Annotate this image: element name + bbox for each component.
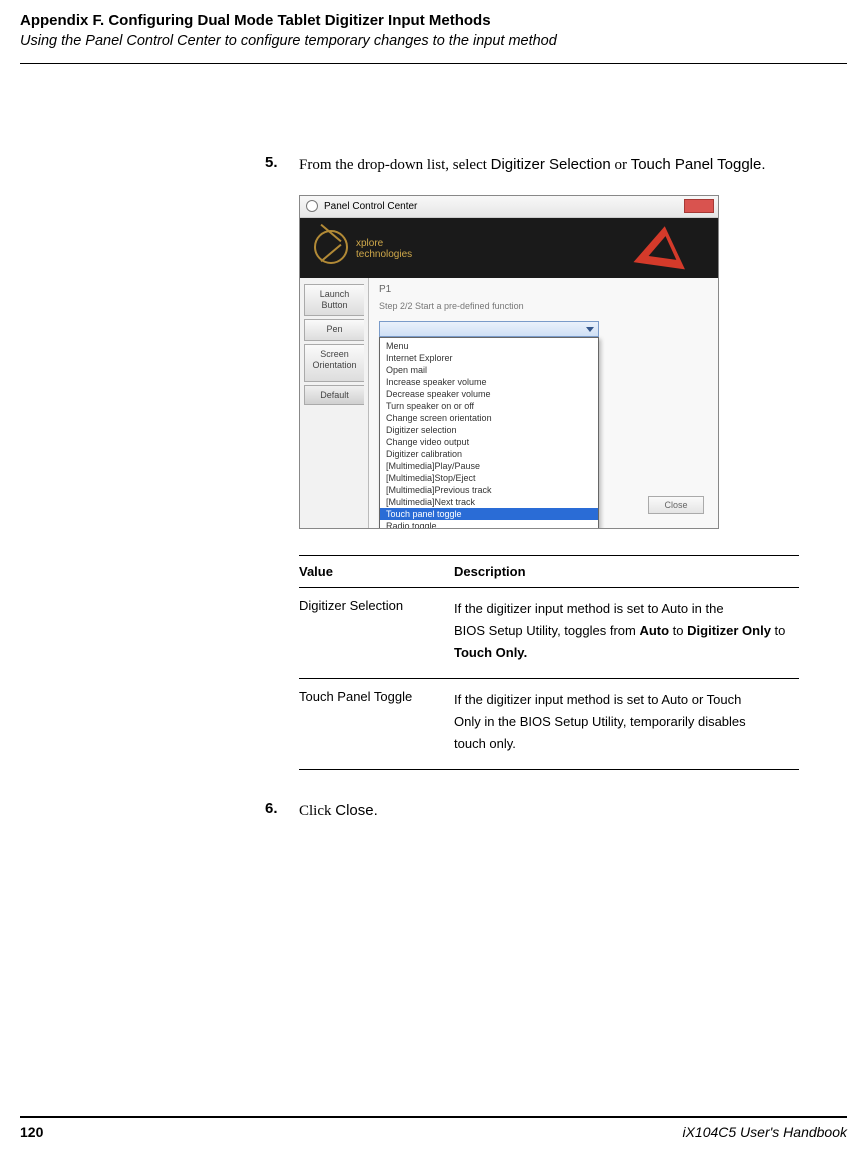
tab-default[interactable]: Default xyxy=(304,385,364,405)
r2-line3: touch only. xyxy=(454,736,516,751)
dropdown-item-screen-orient[interactable]: Change screen orientation xyxy=(380,412,598,424)
appendix-title: Appendix F. Configuring Dual Mode Tablet… xyxy=(20,12,847,29)
r2-line2: Only in the BIOS Setup Utility, temporar… xyxy=(454,714,746,729)
value-description-table: Value Description Digitizer Selection If… xyxy=(299,555,799,771)
panel-control-center-window: Panel Control Center xplore technologies… xyxy=(299,195,719,529)
dropdown-listbox[interactable]: Menu Internet Explorer Open mail Increas… xyxy=(379,337,599,529)
r1-line1: If the digitizer input method is set to … xyxy=(454,601,724,616)
p1-label: P1 xyxy=(379,284,708,295)
header-rule xyxy=(20,63,847,64)
step-6-button-name: Close. xyxy=(335,802,378,819)
tab-screen-orientation[interactable]: Screen Orientation xyxy=(304,344,364,382)
brand-text: xplore technologies xyxy=(356,238,412,260)
section-subtitle: Using the Panel Control Center to config… xyxy=(20,33,847,57)
r1-line2a: BIOS Setup Utility, toggles from xyxy=(454,623,639,638)
step-6-number: 6. xyxy=(265,800,299,823)
window-title: Panel Control Center xyxy=(324,201,417,212)
r1-to1: to xyxy=(669,623,687,638)
table-header-value: Value xyxy=(299,564,454,579)
dropdown-item-digitizer-selection[interactable]: Digitizer selection xyxy=(380,424,598,436)
window-body: Launch Button Pen Screen Orientation Def… xyxy=(300,278,718,528)
dropdown-item-ie[interactable]: Internet Explorer xyxy=(380,352,598,364)
page-number: 120 xyxy=(20,1124,43,1140)
step-6-pre: Click xyxy=(299,803,335,819)
dropdown-item-mm-play[interactable]: [Multimedia]Play/Pause xyxy=(380,460,598,472)
dropdown-item-video-output[interactable]: Change video output xyxy=(380,436,598,448)
table-cell-value: Digitizer Selection xyxy=(299,598,454,664)
dropdown-item-dec-vol[interactable]: Decrease speaker volume xyxy=(380,388,598,400)
step-5-pre: From the drop-down list, select xyxy=(299,157,491,173)
dropdown-item-mm-next[interactable]: [Multimedia]Next track xyxy=(380,496,598,508)
r1-touch-only: Touch Only. xyxy=(454,645,527,660)
step-6-text: Click Close. xyxy=(299,800,378,823)
table-header-description: Description xyxy=(454,564,799,579)
brand-banner: xplore technologies xyxy=(300,218,718,278)
step-5-option-1: Digitizer Selection xyxy=(491,156,611,173)
dropdown-item-inc-vol[interactable]: Increase speaker volume xyxy=(380,376,598,388)
side-tabs: Launch Button Pen Screen Orientation Def… xyxy=(300,278,368,528)
step-5-number: 5. xyxy=(265,154,299,177)
r2-line1: If the digitizer input method is set to … xyxy=(454,692,741,707)
brand-triangle-inner xyxy=(649,234,680,260)
brand-line-2: technologies xyxy=(356,249,412,260)
function-dropdown[interactable] xyxy=(379,321,599,337)
step-5-option-2: Touch Panel Toggle. xyxy=(631,156,766,173)
r1-to2: to xyxy=(771,623,785,638)
dropdown-item-mm-stop[interactable]: [Multimedia]Stop/Eject xyxy=(380,472,598,484)
window-close-button[interactable] xyxy=(684,199,714,213)
main-panel: P1 Step 2/2 Start a pre-defined function… xyxy=(368,278,718,528)
r1-digitizer-only: Digitizer Only xyxy=(687,623,771,638)
step-5-mid: or xyxy=(611,157,631,173)
brand-line-1: xplore xyxy=(356,238,383,249)
window-titlebar[interactable]: Panel Control Center xyxy=(300,196,718,218)
dropdown-item-mm-prev[interactable]: [Multimedia]Previous track xyxy=(380,484,598,496)
tab-pen[interactable]: Pen xyxy=(304,319,364,341)
dropdown-item-speaker-toggle[interactable]: Turn speaker on or off xyxy=(380,400,598,412)
table-cell-description: If the digitizer input method is set to … xyxy=(454,598,799,664)
step-label: Step 2/2 Start a pre-defined function xyxy=(379,301,708,311)
page-footer: 120 iX104C5 User's Handbook xyxy=(20,1116,847,1140)
dropdown-item-touch-toggle[interactable]: Touch panel toggle xyxy=(380,508,598,520)
table-cell-value: Touch Panel Toggle xyxy=(299,689,454,755)
dropdown-item-open-mail[interactable]: Open mail xyxy=(380,364,598,376)
table-cell-description: If the digitizer input method is set to … xyxy=(454,689,799,755)
step-5-text: From the drop-down list, select Digitize… xyxy=(299,154,766,177)
dropdown-item-radio-toggle[interactable]: Radio toggle xyxy=(380,520,598,529)
close-button[interactable]: Close xyxy=(648,496,704,514)
dropdown-item-menu[interactable]: Menu xyxy=(380,340,598,352)
r1-auto: Auto xyxy=(639,623,669,638)
tab-launch-button[interactable]: Launch Button xyxy=(304,284,364,316)
book-title: iX104C5 User's Handbook xyxy=(682,1124,847,1140)
dropdown-item-digitizer-calibration[interactable]: Digitizer calibration xyxy=(380,448,598,460)
window-icon xyxy=(306,200,318,212)
